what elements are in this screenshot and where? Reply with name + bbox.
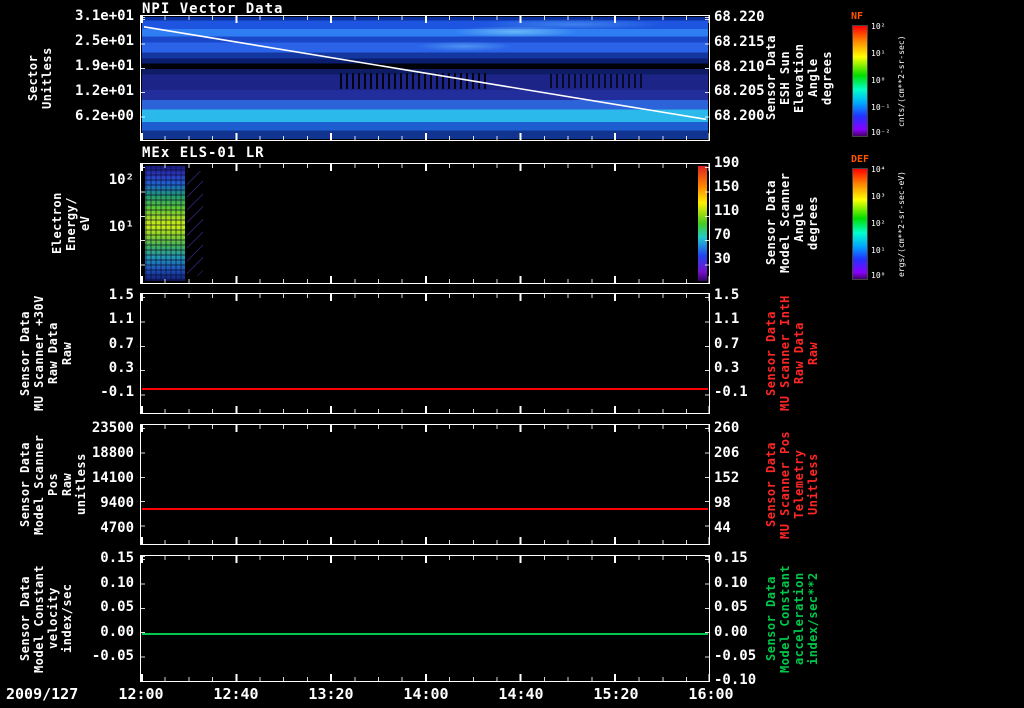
nf-colorbar-units: cnts/(cm**2-sr-sec): [897, 35, 906, 127]
panel3-ytick-left: 1.1: [108, 311, 134, 327]
minor-ticks: [141, 425, 709, 429]
scanner-pos-line: [142, 508, 708, 510]
def-colorbar-tick: 10³: [871, 192, 886, 201]
y-ticks: [705, 425, 709, 544]
def-colorbar-units: ergs/(cm**2-sr-sec-eV): [897, 171, 906, 277]
def-colorbar-tick: 10⁴: [871, 165, 886, 174]
minor-ticks: [141, 677, 709, 681]
def-colorbar-tick: 10⁰: [871, 271, 886, 280]
x-axis-tick: 14:00: [403, 685, 449, 703]
x-axis-tick: 15:20: [593, 685, 639, 703]
panel2-title: MEx ELS-01 LR: [142, 145, 265, 161]
panel1-right-axis-label: Sensor Data ESH Sun Elevation Angle degr…: [764, 35, 834, 121]
panel5-ytick-left: 0.00: [100, 624, 134, 640]
panel3-ytick-left: 1.5: [108, 287, 134, 303]
panel3-ytick-left: -0.1: [100, 384, 134, 400]
mu-scanner-raw-line: [142, 388, 708, 390]
els-spectrogram-image: [142, 165, 708, 282]
els-data-burst-start: [145, 166, 185, 281]
nf-colorbar-tick: 10⁻²: [871, 128, 891, 137]
x-axis-date: 2009/127: [6, 685, 79, 703]
nf-colorbar-tick: 10⁰: [871, 76, 886, 85]
panel5-ytick-left: 0.05: [100, 599, 134, 615]
x-axis-tick: 14:40: [498, 685, 544, 703]
y-ticks: [705, 294, 709, 413]
plot-screen: NPI Vector Data Sector Unitless 3.1e+01 …: [0, 0, 1024, 708]
def-colorbar-tick: 10¹: [871, 246, 886, 255]
x-axis-tick: 16:00: [688, 685, 734, 703]
y-ticks: [141, 556, 145, 681]
panel2-ytick-left: 10¹: [108, 219, 134, 235]
panel4-line-plot: [140, 424, 710, 545]
panel3-ytick-left: 0.3: [108, 360, 134, 376]
panel5-line-plot: [140, 555, 710, 682]
els-speckle: [187, 171, 203, 276]
panel1-ytick-left: 6.2e+00: [74, 108, 134, 124]
panel5-ytick-left: 0.15: [100, 550, 134, 566]
panel1-ytick-left: 2.5e+01: [74, 33, 134, 49]
panel5-ytick-left: -0.05: [91, 648, 134, 664]
nf-colorbar-tick: 10²: [871, 22, 886, 31]
panel3-ytick-left: 0.7: [108, 336, 134, 352]
minor-ticks: [141, 294, 709, 298]
panel2-right-axis-label: Sensor Data Model Scanner Angle degrees: [764, 172, 820, 274]
nf-colorbar-tick: 10⁻¹: [871, 103, 891, 112]
x-axis-tick: 13:20: [308, 685, 354, 703]
nf-colorbar-name: NF: [851, 11, 864, 22]
panel3-line-plot: [140, 293, 710, 414]
panel5-ytick-left: 0.10: [100, 575, 134, 591]
major-ticks: [141, 425, 709, 432]
model-constant-velocity-line: [142, 633, 708, 635]
def-colorbar: [852, 168, 868, 280]
panel4-ytick-left: 14100: [91, 470, 134, 486]
major-ticks: [141, 537, 709, 544]
sun-elevation-overlay-line: [143, 26, 707, 121]
npi-spectrogram-image: [142, 17, 708, 139]
panel2-spectrogram: [140, 163, 710, 284]
panel1-left-axis-label: Sector Unitless: [26, 47, 54, 109]
panel5-right-axis-label: Sensor Data Model Constant acceleration …: [764, 564, 820, 673]
panel1-ytick-left: 3.1e+01: [74, 8, 134, 24]
panel1-spectrogram: [140, 15, 710, 141]
panel4-ytick-left: 18800: [91, 445, 134, 461]
panel4-ytick-left: 4700: [100, 520, 134, 536]
y-ticks: [141, 294, 145, 413]
y-ticks: [705, 556, 709, 681]
minor-ticks: [141, 540, 709, 544]
els-data-strip-end: [698, 166, 707, 281]
x-axis-tick: 12:40: [213, 685, 259, 703]
major-ticks: [141, 674, 709, 681]
minor-ticks: [141, 409, 709, 413]
def-colorbar-tick: 10²: [871, 219, 886, 228]
panel4-ytick-left: 9400: [100, 495, 134, 511]
panel3-right-axis-label: Sensor Data MU Scanner IntH Raw Data Raw: [764, 295, 820, 412]
nf-colorbar: [852, 25, 868, 137]
panel1-ytick-left: 1.9e+01: [74, 58, 134, 74]
x-axis-tick: 12:00: [118, 685, 164, 703]
major-ticks: [141, 406, 709, 413]
minor-ticks: [141, 556, 709, 560]
panel4-ytick-left: 23500: [91, 420, 134, 436]
panel1-ytick-left: 1.2e+01: [74, 83, 134, 99]
nf-colorbar-tick: 10¹: [871, 49, 886, 58]
def-colorbar-name: DEF: [851, 154, 870, 165]
major-ticks: [141, 556, 709, 563]
y-ticks: [141, 425, 145, 544]
major-ticks: [141, 294, 709, 301]
panel4-right-axis-label: Sensor Data MU Scanner Pos Telemetry Uni…: [764, 430, 820, 539]
panel2-ytick-left: 10²: [108, 172, 134, 188]
